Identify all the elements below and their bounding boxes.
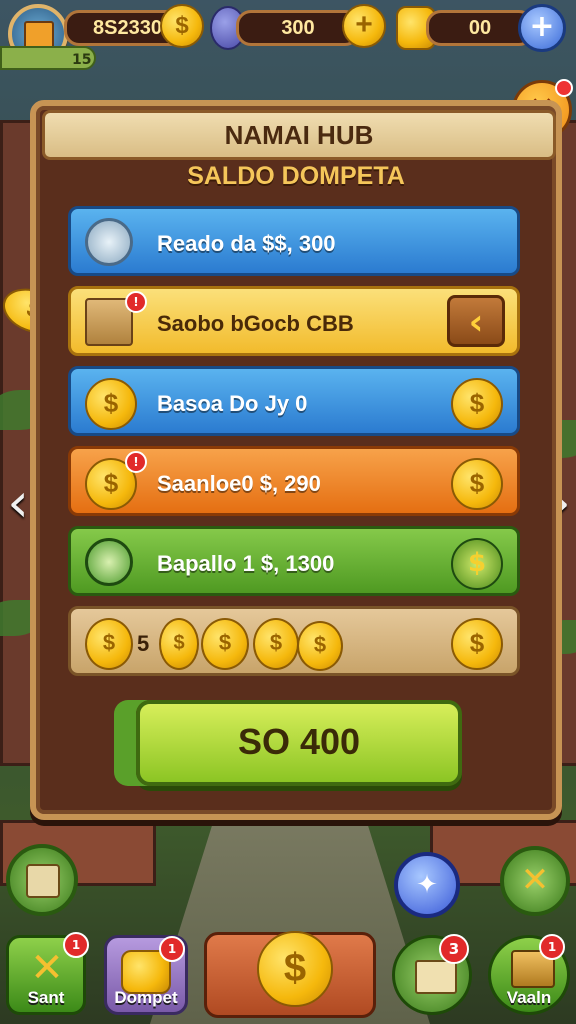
nav-label: Vaaln xyxy=(506,988,552,1007)
tools-icon: ✕ xyxy=(520,860,550,900)
player-level-text: 15 xyxy=(72,52,92,68)
crossed-tools-icon: ✕ xyxy=(30,945,64,991)
coins-value: 00 xyxy=(468,17,492,39)
notification-badge: ! xyxy=(125,291,147,313)
panel-title: NAMAI HUB xyxy=(42,110,556,160)
inventory-box-button[interactable] xyxy=(6,844,78,916)
notification-badge: 1 xyxy=(159,936,185,962)
coin-icon: $ xyxy=(85,618,133,670)
close-notification-dot xyxy=(555,79,573,97)
avatar-box-icon xyxy=(24,21,54,49)
wand-icon: ✦ xyxy=(416,870,438,900)
coin-icon: $ xyxy=(253,618,299,670)
coin-icon: $ xyxy=(201,618,249,670)
nav-item-vaaln[interactable]: 1 Vaaln xyxy=(488,934,570,1015)
wallet-row[interactable]: $ ! Saanloe0 $, 290 $ xyxy=(68,446,520,516)
gold-value: 8S2330 xyxy=(93,17,162,39)
wallet-row-label: Saobo bGocb CBB xyxy=(157,311,354,336)
gold-coin-icon[interactable]: $ xyxy=(160,4,204,48)
nav-label: Sant xyxy=(27,988,65,1007)
coin-button[interactable]: $ xyxy=(451,378,503,430)
gems-add-button[interactable]: + xyxy=(342,4,386,48)
wallet-row-label: Basoa Do Jy 0 xyxy=(157,391,308,416)
wallet-row[interactable]: $ 5 $ $ $ $ $ xyxy=(68,606,520,676)
wallet-row[interactable]: Bapallo 1 $, 1300 $ xyxy=(68,526,520,596)
left-arrow-button[interactable]: ‹ xyxy=(4,468,32,538)
wallet-row-label: 5 xyxy=(137,631,150,656)
wallet-row[interactable]: Reado da $$, 300 xyxy=(68,206,520,276)
notification-badge: 1 xyxy=(63,932,89,958)
wallet-row-label: Saanloe0 $, 290 xyxy=(157,471,321,496)
nav-item-center[interactable]: $ xyxy=(204,931,376,1018)
coin-button[interactable]: $ xyxy=(451,458,503,510)
box-icon xyxy=(26,864,60,898)
player-level-badge: 15 xyxy=(0,46,96,70)
coin-icon: $ xyxy=(85,378,137,430)
wallet-row[interactable]: ! Saobo bGocb CBB ‹ xyxy=(68,286,520,356)
coin-button[interactable]: $ xyxy=(451,618,503,670)
gear-icon xyxy=(85,218,133,266)
magic-button[interactable]: ✦ xyxy=(394,852,460,918)
coin-icon: $ xyxy=(159,618,199,670)
notification-badge: 3 xyxy=(439,934,469,964)
notification-badge: ! xyxy=(125,451,147,473)
wallet-row-label: Reado da $$, 300 xyxy=(157,231,336,256)
dollar-coin-icon: $ xyxy=(257,931,333,1007)
nav-item-dompet[interactable]: 1 Dompet xyxy=(104,935,188,1015)
coins-add-button[interactable]: + xyxy=(518,4,566,52)
back-arrow-button[interactable]: ‹ xyxy=(447,295,505,347)
wallet-row-label: Bapallo 1 $, 1300 xyxy=(157,551,335,576)
gift-icon xyxy=(85,538,133,586)
gems-value: 300 xyxy=(281,17,315,39)
notification-badge: 1 xyxy=(539,934,565,960)
top-bar: 15 8S2330 $ 300 + 00 + xyxy=(0,0,576,70)
coin-icon: $ xyxy=(297,621,343,671)
nav-label: Dompet xyxy=(114,988,178,1007)
tools-button[interactable]: ✕ xyxy=(500,846,570,916)
back-arrow-icon: ‹ xyxy=(468,302,484,343)
panel-subtitle: SALDO DOMPETA xyxy=(187,162,405,190)
coin-button[interactable]: $ xyxy=(451,538,503,590)
withdraw-action-button[interactable]: SO 400 xyxy=(136,700,462,786)
nav-item-sant[interactable]: ✕ 1 Sant xyxy=(6,932,89,1015)
nav-item-rewards[interactable]: 3 xyxy=(392,934,472,1015)
wallet-panel: NAMAI HUB SALDO DOMPETA Reado da $$, 300… xyxy=(30,100,562,820)
letter-icon xyxy=(415,960,457,994)
wallet-row[interactable]: $ Basoa Do Jy 0 $ xyxy=(68,366,520,436)
